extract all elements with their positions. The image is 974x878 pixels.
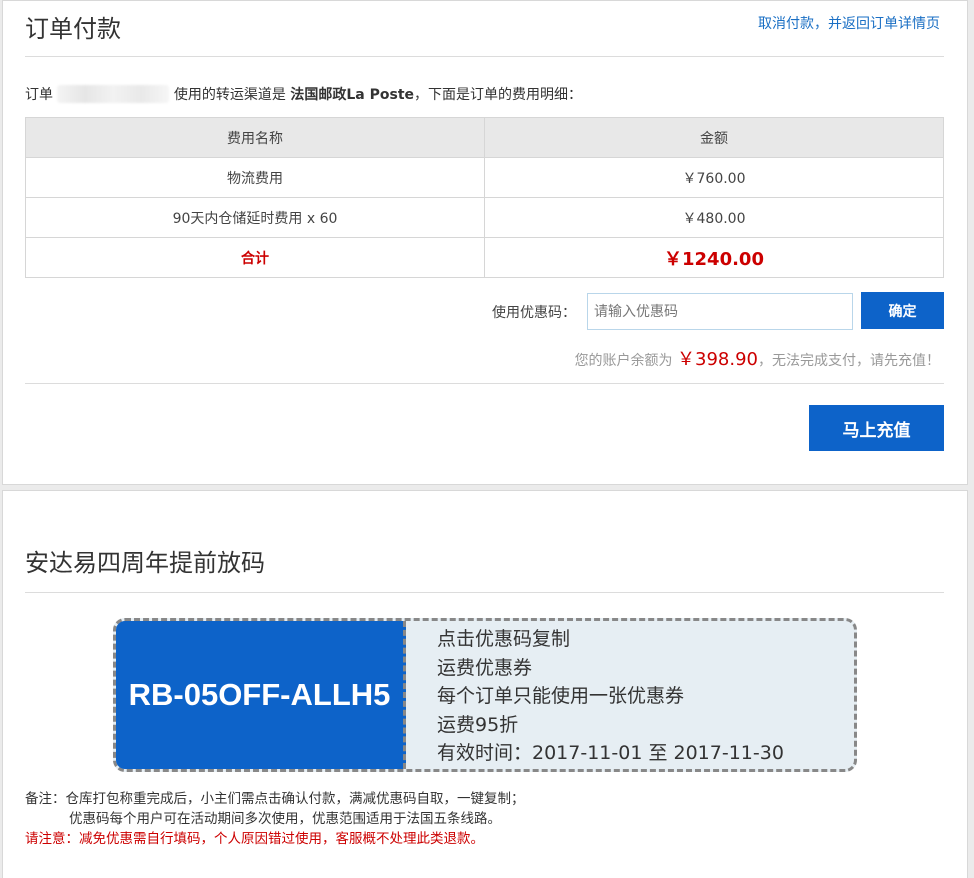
balance-amount: ￥398.90 bbox=[677, 349, 758, 370]
table-header-row: 费用名称 金额 bbox=[25, 117, 944, 158]
coupon-code[interactable]: RB-05OFF-ALLH5 bbox=[129, 677, 391, 713]
coupon-code-block[interactable]: RB-05OFF-ALLH5 bbox=[116, 621, 406, 769]
confirm-button[interactable]: 确定 bbox=[861, 292, 944, 329]
total-value: ￥1240.00 bbox=[484, 237, 944, 278]
divider bbox=[25, 592, 944, 593]
order-id-redacted bbox=[57, 85, 170, 103]
order-description: 订单 使用的转运渠道是 法国邮政La Poste，下面是订单的费用明细： bbox=[25, 84, 582, 104]
fee-name: 物流费用 bbox=[25, 157, 485, 198]
coupon-detail-copy-hint: 点击优惠码复制 bbox=[437, 628, 571, 650]
coupon-detail-limit: 每个订单只能使用一张优惠券 bbox=[437, 685, 685, 707]
fee-table: 费用名称 金额 物流费用 ￥760.00 90天内仓储延时费用 x 60 ￥48… bbox=[25, 117, 944, 278]
coupon-input[interactable] bbox=[587, 293, 853, 330]
coupon-card[interactable]: RB-05OFF-ALLH5 点击优惠码复制 运费优惠券 每个订单只能使用一张优… bbox=[113, 618, 857, 772]
note-line: 备注：仓库打包称重完成后，小主们需点击确认付款，满减优惠码自取，一键复制； bbox=[25, 791, 525, 807]
balance-message: 您的账户余额为 ￥398.90，无法完成支付，请先充值！ bbox=[575, 345, 940, 371]
order-prefix: 订单 bbox=[25, 87, 53, 103]
notes: 备注：仓库打包称重完成后，小主们需点击确认付款，满减优惠码自取，一键复制； 优惠… bbox=[25, 789, 525, 849]
order-suffix: ，下面是订单的费用明细： bbox=[414, 87, 583, 103]
coupon-label: 使用优惠码： bbox=[492, 305, 576, 321]
warning-note: 请注意：减免优惠需自行填码，个人原因错过使用，客服概不处理此类退款。 bbox=[25, 831, 484, 847]
cancel-payment-link[interactable]: 取消付款，并返回订单详情页 bbox=[758, 13, 940, 33]
fee-name: 90天内仓储延时费用 x 60 bbox=[25, 197, 485, 238]
recharge-button[interactable]: 马上充值 bbox=[809, 405, 944, 451]
balance-suffix: ，无法完成支付，请先充值！ bbox=[758, 353, 940, 369]
promo-panel: 安达易四周年提前放码 RB-05OFF-ALLH5 点击优惠码复制 运费优惠券 … bbox=[2, 490, 968, 878]
payment-panel: 订单付款 取消付款，并返回订单详情页 订单 使用的转运渠道是 法国邮政La Po… bbox=[2, 0, 968, 485]
table-row: 90天内仓储延时费用 x 60 ￥480.00 bbox=[25, 197, 944, 238]
divider bbox=[25, 56, 944, 57]
divider bbox=[25, 383, 944, 384]
fee-amount: ￥760.00 bbox=[484, 157, 944, 198]
total-row: 合计 ￥1240.00 bbox=[25, 237, 944, 278]
order-middle: 使用的转运渠道是 bbox=[173, 87, 286, 103]
column-header-fee-name: 费用名称 bbox=[25, 117, 485, 158]
note-line: 优惠码每个用户可在活动期间多次使用，优惠范围适用于法国五条线路。 bbox=[69, 811, 501, 827]
coupon-detail-validity: 有效时间：2017-11-01 至 2017-11-30 bbox=[437, 742, 784, 764]
coupon-detail-discount: 运费95折 bbox=[437, 713, 519, 736]
table-row: 物流费用 ￥760.00 bbox=[25, 157, 944, 198]
column-header-amount: 金额 bbox=[484, 117, 944, 158]
shipping-channel: 法国邮政La Poste bbox=[290, 87, 415, 103]
page-title: 订单付款 bbox=[25, 15, 121, 43]
coupon-detail-type: 运费优惠券 bbox=[437, 656, 533, 679]
balance-prefix: 您的账户余额为 bbox=[574, 353, 673, 369]
coupon-details: 点击优惠码复制 运费优惠券 每个订单只能使用一张优惠券 运费95折 有效时间：2… bbox=[437, 625, 784, 768]
total-label: 合计 bbox=[25, 237, 485, 278]
promo-title: 安达易四周年提前放码 bbox=[25, 549, 265, 577]
fee-amount: ￥480.00 bbox=[484, 197, 944, 238]
